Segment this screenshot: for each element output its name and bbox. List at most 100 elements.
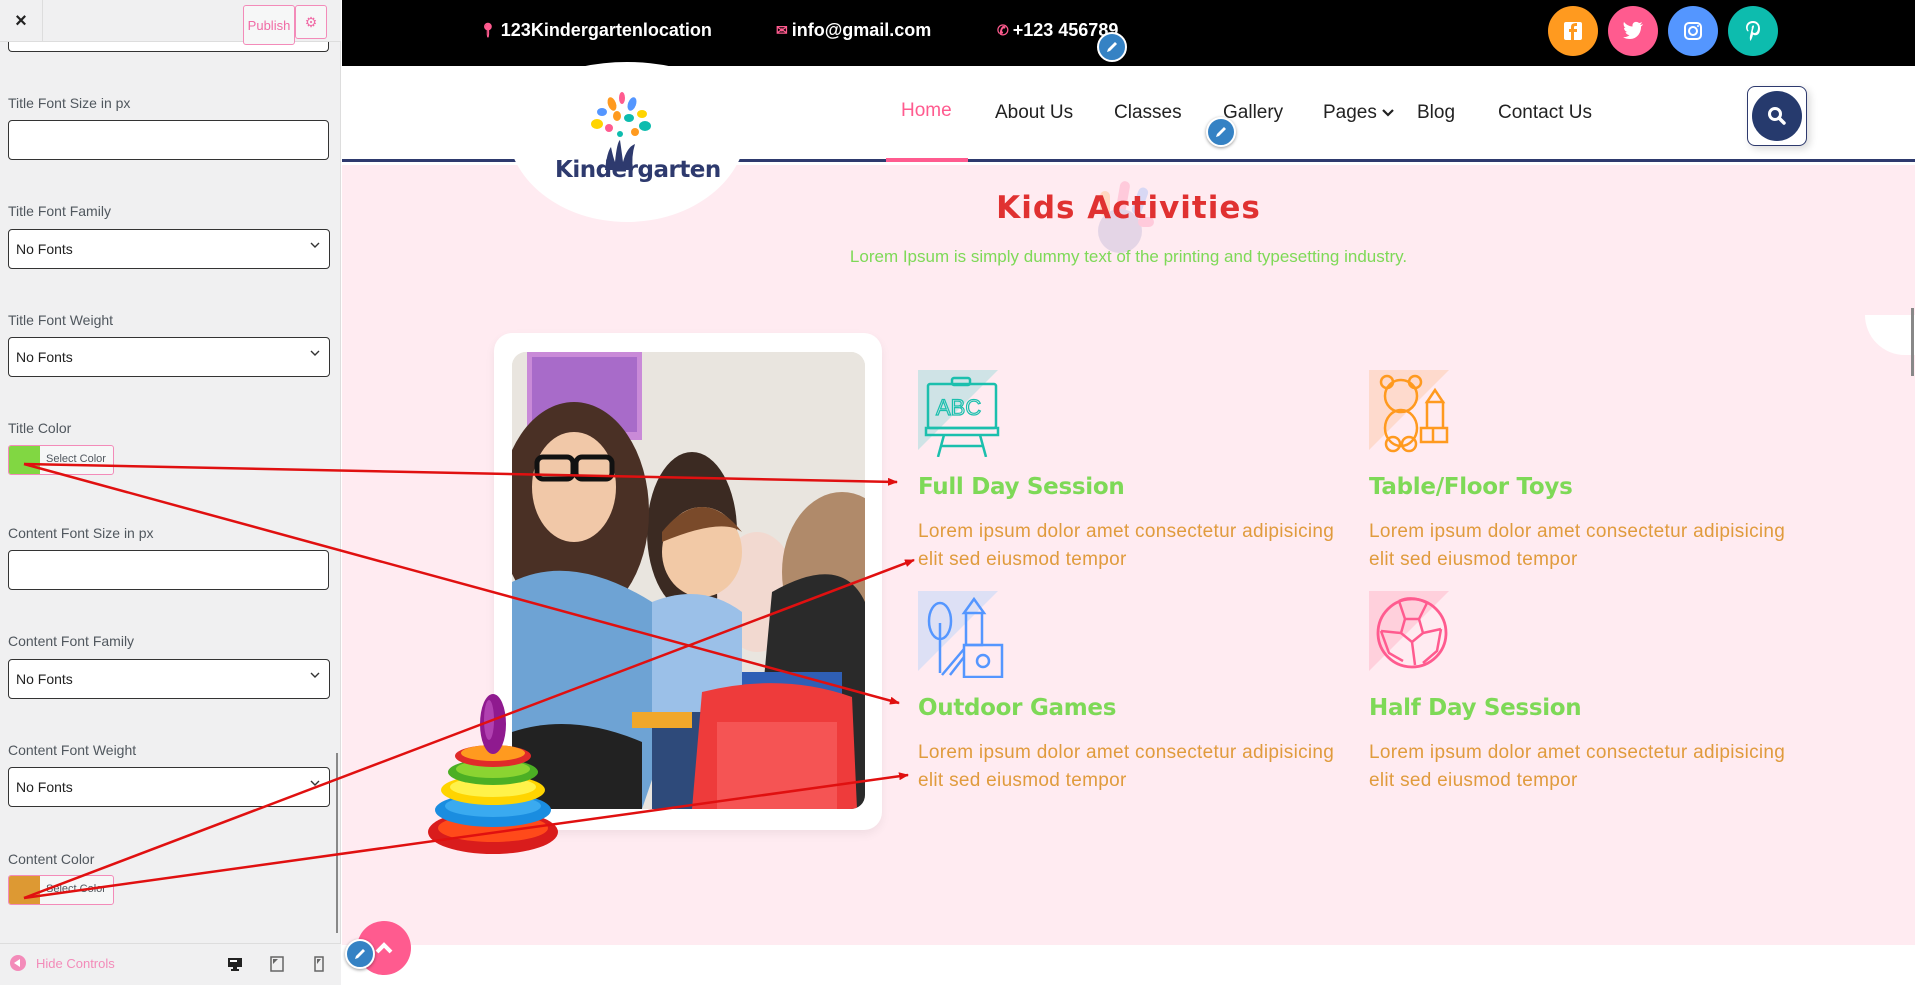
select-value: No Fonts xyxy=(16,241,73,257)
publish-button[interactable]: Publish xyxy=(243,5,295,45)
content-font-size-input[interactable] xyxy=(8,550,329,590)
chevron-down-icon xyxy=(310,350,320,356)
select-color-label: Select Color xyxy=(46,883,106,895)
nav-blog[interactable]: Blog xyxy=(1417,102,1455,124)
feature-full-day-session: ABC Full Day Session Lorem ipsum dolor a… xyxy=(918,370,1338,574)
edit-shortcut-menu[interactable] xyxy=(1206,117,1236,147)
desktop-preview-icon[interactable] xyxy=(227,956,243,972)
search-icon xyxy=(1768,107,1786,125)
hide-controls-label: Hide Controls xyxy=(36,955,115,971)
ring-stack-toy-image xyxy=(428,694,558,854)
nav-about-us[interactable]: About Us xyxy=(995,102,1073,124)
search-circle xyxy=(1752,91,1802,141)
edit-shortcut-scroll[interactable] xyxy=(345,939,375,969)
feature-icon-wrap xyxy=(1369,370,1459,460)
facebook-link[interactable] xyxy=(1548,6,1598,56)
soccer-ball-icon xyxy=(1376,597,1448,669)
feature-text: Lorem ipsum dolor amet consectetur adipi… xyxy=(1369,521,1786,570)
nav-classes[interactable]: Classes xyxy=(1114,102,1182,124)
select-value: No Fonts xyxy=(16,779,73,795)
collapse-icon xyxy=(10,955,26,971)
feature-title: Half Day Session xyxy=(1369,695,1582,721)
pinterest-icon xyxy=(1746,21,1760,41)
title-color-label: Title Color xyxy=(8,420,72,436)
chevron-down-icon xyxy=(310,672,320,678)
chevron-down-icon xyxy=(310,780,320,786)
nav-contact-us[interactable]: Contact Us xyxy=(1498,102,1592,124)
feature-half-day-session: Half Day Session Lorem ipsum dolor amet … xyxy=(1369,591,1789,795)
feature-icon-wrap xyxy=(1369,591,1459,681)
title-font-size-label: Title Font Size in px xyxy=(8,95,131,111)
pencil-icon xyxy=(1216,127,1226,137)
nav-gallery[interactable]: Gallery xyxy=(1223,102,1283,124)
feature-title: Full Day Session xyxy=(918,474,1125,500)
content-font-size-label: Content Font Size in px xyxy=(8,525,154,541)
email-info[interactable]: ✉ info@gmail.com xyxy=(776,20,931,41)
nav-pages-label: Pages xyxy=(1323,102,1377,123)
decorative-cloud xyxy=(1865,315,1915,355)
content-color-label: Content Color xyxy=(8,851,95,867)
phone-icon: ✆ xyxy=(997,22,1009,38)
title-font-family-select[interactable]: No Fonts xyxy=(8,229,330,269)
content-font-weight-label: Content Font Weight xyxy=(8,742,137,758)
customizer-sidebar: × Publish ⚙ Title Font Size in px Title … xyxy=(0,0,341,985)
facebook-icon xyxy=(1564,22,1582,40)
content-font-weight-select[interactable]: No Fonts xyxy=(8,767,330,807)
classroom-illustration xyxy=(512,352,865,809)
chevron-up-icon xyxy=(375,942,393,954)
tablet-preview-icon[interactable] xyxy=(269,956,285,972)
twitter-link[interactable] xyxy=(1608,6,1658,56)
feature-text: Lorem ipsum dolor amet consectetur adipi… xyxy=(918,742,1335,791)
top-contact-bar: 📍︎ 123Kindergartenlocation ✉ info@gmail.… xyxy=(342,0,1915,66)
publish-settings-button[interactable]: ⚙ xyxy=(295,5,327,39)
title-font-weight-select[interactable]: No Fonts xyxy=(8,337,330,377)
location-text: 123Kindergartenlocation xyxy=(500,20,712,40)
content-font-family-select[interactable]: No Fonts xyxy=(8,659,330,699)
select-color-label: Select Color xyxy=(46,453,106,465)
pencil-icon xyxy=(1107,42,1117,52)
sidebar-scrollbar[interactable] xyxy=(336,753,338,933)
site-preview: 📍︎ 123Kindergartenlocation ✉ info@gmail.… xyxy=(342,0,1915,985)
title-font-size-input[interactable] xyxy=(8,120,329,160)
customizer-footer: Hide Controls xyxy=(0,943,341,985)
close-customizer-button[interactable]: × xyxy=(0,0,43,42)
edit-shortcut-contact[interactable] xyxy=(1097,32,1127,62)
hide-controls-button[interactable]: Hide Controls xyxy=(10,955,115,971)
twitter-icon xyxy=(1623,21,1643,39)
feature-title: Outdoor Games xyxy=(918,695,1117,721)
nav-pages[interactable]: Pages xyxy=(1323,102,1394,124)
preview-scrollbar[interactable] xyxy=(1911,308,1914,376)
location-info: 📍︎ 123Kindergartenlocation xyxy=(479,20,712,41)
feature-title: Table/Floor Toys xyxy=(1369,474,1573,500)
select-value: No Fonts xyxy=(16,349,73,365)
customizer-header: × Publish ⚙ xyxy=(0,0,341,45)
active-nav-indicator xyxy=(886,158,968,162)
feature-icon-wrap: ABC xyxy=(918,370,1008,460)
teddy-bear-icon xyxy=(1379,374,1449,453)
chalkboard-abc-icon: ABC xyxy=(924,376,1000,457)
kids-activities-section: Kids Activities Lorem Ipsum is simply du… xyxy=(342,165,1915,945)
content-color-swatch xyxy=(9,876,40,904)
feature-icon-wrap xyxy=(918,591,1008,681)
search-button[interactable] xyxy=(1747,86,1807,146)
chevron-down-icon xyxy=(1382,109,1394,117)
pinterest-link[interactable] xyxy=(1728,6,1778,56)
mobile-preview-icon[interactable] xyxy=(311,956,327,972)
feature-table-floor-toys: Table/Floor Toys Lorem ipsum dolor amet … xyxy=(1369,370,1789,574)
content-color-picker-button[interactable]: Select Color xyxy=(8,875,114,905)
feature-outdoor-games: Outdoor Games Lorem ipsum dolor amet con… xyxy=(918,591,1338,795)
title-font-weight-label: Title Font Weight xyxy=(8,312,114,328)
email-text: info@gmail.com xyxy=(791,20,932,40)
content-font-family-label: Content Font Family xyxy=(8,633,135,649)
playground-icon xyxy=(927,596,1004,678)
title-color-picker-button[interactable]: Select Color xyxy=(8,445,114,475)
nav-home[interactable]: Home xyxy=(901,100,952,122)
instagram-icon xyxy=(1684,22,1702,40)
chevron-down-icon xyxy=(310,242,320,248)
logo-text[interactable]: Kindergarten xyxy=(555,157,721,183)
classroom-photo xyxy=(512,352,865,809)
instagram-link[interactable] xyxy=(1668,6,1718,56)
map-pin-icon: 📍︎ xyxy=(479,22,497,38)
title-color-swatch xyxy=(9,446,40,474)
svg-text:ABC: ABC xyxy=(936,395,981,420)
